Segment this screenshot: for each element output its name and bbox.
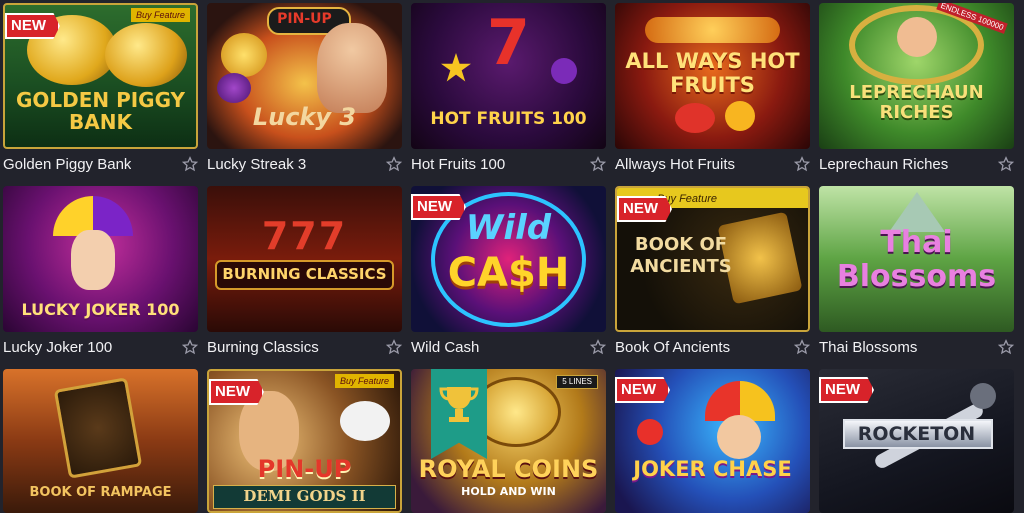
favorite-star-icon[interactable] <box>386 156 402 172</box>
pin-up-logo: PIN-UP <box>257 455 352 483</box>
sevens-icon: 777 <box>261 214 348 258</box>
tournament-ribbon <box>431 369 487 459</box>
favorite-star-icon[interactable] <box>794 339 810 355</box>
game-title[interactable]: Leprechaun Riches <box>819 156 948 173</box>
new-badge: NEW <box>819 377 874 403</box>
planet-icon <box>970 383 996 409</box>
favorite-star-icon[interactable] <box>386 339 402 355</box>
plum-icon <box>217 73 251 103</box>
game-title[interactable]: Wild Cash <box>411 339 479 356</box>
game-thumbnail[interactable]: GOLDEN PIGGY BANK NEW Buy Feature <box>3 3 198 149</box>
favorite-star-icon[interactable] <box>794 156 810 172</box>
game-art-title: DEMI GODS II <box>243 487 366 505</box>
game-art-title: BOOK OF RAMPAGE <box>29 485 172 500</box>
game-title[interactable]: Golden Piggy Bank <box>3 156 131 173</box>
game-card-lucky-joker-100[interactable]: LUCKY JOKER 100 Lucky Joker 100 <box>3 186 198 356</box>
game-art-title: Lucky 3 <box>252 103 357 131</box>
game-thumbnail[interactable]: ROYAL COINS HOLD AND WIN 5 LINES <box>411 369 606 513</box>
game-title[interactable]: Allways Hot Fruits <box>615 156 735 173</box>
game-title[interactable]: Lucky Joker 100 <box>3 339 112 356</box>
game-art-title: BURNING CLASSICS <box>222 265 387 283</box>
buy-feature-tag: Buy Feature <box>130 8 190 22</box>
game-card-leprechaun-riches[interactable]: LEPRECHAUN RICHES ENDLESS 100000 Leprech… <box>819 3 1014 173</box>
game-card-allways-hot-fruits[interactable]: ALL WAYS HOT FRUITS Allways Hot Fruits <box>615 3 810 173</box>
game-thumbnail[interactable]: Wild CA$H NEW <box>411 186 606 332</box>
new-badge: NEW <box>5 13 60 39</box>
game-card-rocketon[interactable]: ROCKETON NEW <box>819 369 1014 513</box>
favorite-star-icon[interactable] <box>590 156 606 172</box>
joker-image <box>717 415 761 459</box>
game-thumbnail[interactable]: 777 BURNING CLASSICS <box>207 186 402 332</box>
game-title[interactable]: Lucky Streak 3 <box>207 156 306 173</box>
lemon-icon <box>221 33 267 77</box>
game-thumbnail[interactable]: LEPRECHAUN RICHES ENDLESS 100000 <box>819 3 1014 149</box>
game-title[interactable]: Book Of Ancients <box>615 339 730 356</box>
buy-feature-tag: Buy Feature <box>334 374 394 388</box>
game-thumbnail[interactable]: Buy Feature BOOK OF ANCIENTS NEW <box>615 186 810 332</box>
game-art-title: JOKER CHASE <box>633 457 792 481</box>
pin-up-girl-image <box>317 23 387 113</box>
game-card-lucky-streak-3[interactable]: PIN-UP Lucky 3 Lucky Streak 3 <box>207 3 402 173</box>
new-badge: NEW <box>617 196 672 222</box>
favorite-star-icon[interactable] <box>182 156 198 172</box>
favorite-star-icon[interactable] <box>998 339 1014 355</box>
game-card-hot-fruits-100[interactable]: 7 HOT FRUITS 100 Hot Fruits 100 <box>411 3 606 173</box>
new-badge: NEW <box>209 379 264 405</box>
game-card-book-of-rampage[interactable]: BOOK OF RAMPAGE <box>3 369 198 513</box>
game-thumbnail[interactable]: 7 HOT FRUITS 100 <box>411 3 606 149</box>
game-art-title: ROYAL COINS <box>418 455 599 483</box>
game-art-title: HOT FRUITS 100 <box>430 109 587 129</box>
game-card-wild-cash[interactable]: Wild CA$H NEW Wild Cash <box>411 186 606 356</box>
new-badge: NEW <box>615 377 670 403</box>
game-card-demi-gods-2[interactable]: PIN-UP DEMI GODS II NEW Buy Feature <box>207 369 402 513</box>
game-card-burning-classics[interactable]: 777 BURNING CLASSICS Burning Classics <box>207 186 402 356</box>
cherry-icon <box>637 419 663 445</box>
game-card-thai-blossoms[interactable]: Thai Blossoms Thai Blossoms <box>819 186 1014 356</box>
game-card-royal-coins[interactable]: ROYAL COINS HOLD AND WIN 5 LINES <box>411 369 606 513</box>
game-art-title: GOLDEN PIGGY BANK <box>15 88 186 134</box>
game-art-title: ALL WAYS HOT FRUITS <box>625 49 800 97</box>
game-art-title: Thai Blossoms <box>836 225 997 294</box>
game-thumbnail[interactable]: JOKER CHASE NEW <box>615 369 810 513</box>
piggy-icon <box>105 23 187 87</box>
game-thumbnail[interactable]: LUCKY JOKER 100 <box>3 186 198 332</box>
game-card-joker-chase[interactable]: JOKER CHASE NEW <box>615 369 810 513</box>
lines-tag: 5 LINES <box>556 375 598 389</box>
seven-icon: 7 <box>486 6 531 79</box>
favorite-star-icon[interactable] <box>182 339 198 355</box>
games-grid: GOLDEN PIGGY BANK NEW Buy Feature Golden… <box>0 0 1024 513</box>
game-art-title: LEPRECHAUN RICHES <box>849 82 984 123</box>
pin-up-logo: PIN-UP <box>277 11 332 27</box>
game-title[interactable]: Burning Classics <box>207 339 319 356</box>
game-card-golden-piggy-bank[interactable]: GOLDEN PIGGY BANK NEW Buy Feature Golden… <box>3 3 198 173</box>
game-art-title: CA$H <box>447 250 570 296</box>
book-icon <box>53 377 143 479</box>
leprechaun-image <box>897 17 937 57</box>
trophy-icon <box>439 387 479 422</box>
favorite-star-icon[interactable] <box>998 156 1014 172</box>
game-title[interactable]: Thai Blossoms <box>819 339 917 356</box>
game-title[interactable]: Hot Fruits 100 <box>411 156 505 173</box>
game-thumbnail[interactable]: BOOK OF RAMPAGE <box>3 369 198 513</box>
game-thumbnail[interactable]: Thai Blossoms <box>819 186 1014 332</box>
dove-icon <box>340 401 390 441</box>
joker-image <box>71 230 115 290</box>
game-thumbnail[interactable]: ROCKETON NEW <box>819 369 1014 513</box>
game-art-subtitle: HOLD AND WIN <box>461 485 556 498</box>
grape-icon <box>551 58 577 84</box>
game-art-title: BOOK OF ANCIENTS <box>630 234 732 277</box>
orange-icon <box>725 101 755 131</box>
game-art-title: LUCKY JOKER 100 <box>21 300 180 319</box>
game-thumbnail[interactable]: ALL WAYS HOT FRUITS <box>615 3 810 149</box>
game-thumbnail[interactable]: PIN-UP DEMI GODS II NEW Buy Feature <box>207 369 402 513</box>
game-art-title: ROCKETON <box>857 423 976 445</box>
favorite-star-icon[interactable] <box>590 339 606 355</box>
game-thumbnail[interactable]: PIN-UP Lucky 3 <box>207 3 402 149</box>
game-card-book-of-ancients[interactable]: Buy Feature BOOK OF ANCIENTS NEW Book Of… <box>615 186 810 356</box>
watermelon-icon <box>675 103 715 133</box>
new-badge: NEW <box>411 194 466 220</box>
